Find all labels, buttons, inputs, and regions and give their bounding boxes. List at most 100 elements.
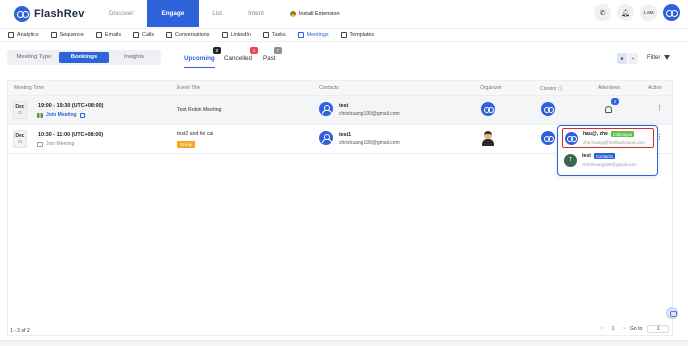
- tab-label: Upcoming: [184, 55, 215, 62]
- task-icon: [262, 32, 269, 38]
- engage-subnav: Analytics Sequence Emails Calls Conversa…: [0, 28, 688, 42]
- more-actions-icon[interactable]: ⋮: [656, 104, 663, 112]
- credits-badge[interactable]: 1.6M: [640, 4, 657, 21]
- subnav-templates[interactable]: Templates: [340, 28, 375, 42]
- subnav-conversations[interactable]: Conversations: [166, 28, 210, 42]
- goto-page-input[interactable]: 1: [647, 325, 670, 333]
- person-view-icon[interactable]: ●: [617, 53, 627, 64]
- filter-button[interactable]: Filter: [647, 55, 671, 61]
- organizer-photo-avatar[interactable]: [481, 131, 495, 146]
- organizer-avatar[interactable]: [481, 102, 495, 116]
- subnav-label: Emails: [104, 32, 122, 38]
- conversation-icon: [166, 32, 173, 38]
- email-icon: [95, 32, 102, 38]
- join-label: Join Meeting: [46, 112, 77, 118]
- subnav-label: Calls: [142, 32, 155, 38]
- chrome-icon: [289, 10, 296, 17]
- join-meeting-link[interactable]: Join Meeting: [37, 141, 74, 147]
- segment-bookings[interactable]: Bookings: [59, 52, 109, 63]
- subnav-label: Sequence: [59, 32, 84, 38]
- info-icon[interactable]: ⓘ: [558, 86, 563, 92]
- subnav-label: LinkedIn: [230, 32, 251, 38]
- tab-label: Cancelled: [224, 55, 253, 62]
- header-attendees: Attendees: [598, 85, 621, 91]
- attendee-count-badge: 2: [611, 98, 619, 105]
- subnav-analytics[interactable]: Analytics: [8, 28, 39, 42]
- header-meeting-time: Meeting Time: [14, 85, 45, 91]
- top-nav: Discover Engage List Intent Install Exte…: [96, 0, 353, 27]
- install-extension-button[interactable]: Install Extension: [277, 0, 353, 27]
- attendee-name: test Contacts: [582, 153, 615, 159]
- current-page[interactable]: 1: [608, 326, 618, 332]
- bell-icon[interactable]: 🔔︎: [617, 4, 634, 21]
- meeting-time: 10:30 - 11:00 (UTC+08:00): [38, 132, 104, 138]
- join-meeting-link[interactable]: Join Meeting: [37, 112, 85, 118]
- user-avatar[interactable]: [663, 4, 680, 21]
- meeting-time: 19:00 - 19:30 (UTC+08:00): [38, 103, 104, 109]
- flashrev-logo[interactable]: FlashRev: [14, 6, 85, 22]
- tab-label: Past: [263, 55, 276, 62]
- logo-icon: [14, 6, 30, 22]
- subnav-sequence[interactable]: Sequence: [50, 28, 84, 42]
- analytics-icon: [8, 32, 14, 38]
- top-right-actions: ✆ 🔔︎ 1.6M: [594, 4, 680, 21]
- header-action: Action: [648, 85, 662, 91]
- bookings-table: Meeting Time Event Title Contacts Organi…: [7, 80, 673, 336]
- chat-assistant-icon[interactable]: [666, 307, 678, 319]
- past-count-badge: 7: [273, 47, 282, 54]
- date-box: Dec 06: [13, 130, 27, 148]
- meeting-icon: [297, 32, 304, 38]
- view-toggle: ● ▪: [617, 53, 639, 64]
- cancelled-count-badge: 1: [250, 47, 259, 54]
- logo-text: FlashRev: [34, 8, 85, 20]
- subnav-calls[interactable]: Calls: [133, 28, 154, 42]
- table-row[interactable]: Dec 05 19:00 - 19:30 (UTC+08:00) Join Me…: [8, 96, 672, 125]
- topnav-list[interactable]: List: [199, 0, 235, 27]
- next-page-icon[interactable]: ›: [623, 326, 625, 332]
- topnav-intent[interactable]: Intent: [235, 0, 277, 27]
- attendees-icon[interactable]: [605, 106, 612, 113]
- meetings-segment-control: Meeting Type Bookings Insights: [7, 50, 161, 65]
- tab-past[interactable]: Past 7: [263, 47, 282, 62]
- template-icon: [340, 32, 347, 38]
- tab-upcoming[interactable]: Upcoming 2: [184, 47, 221, 68]
- attendee-item[interactable]: T test Contacts chrishuang199@gmail.com: [562, 151, 654, 171]
- team-view-icon[interactable]: ▪: [628, 53, 638, 64]
- attendee-item[interactable]: hau@, zhe Colleague zhe.huang@meflashclo…: [562, 128, 654, 148]
- segment-meeting-type[interactable]: Meeting Type: [9, 52, 59, 63]
- segment-insights[interactable]: Insights: [109, 52, 159, 63]
- subnav-label: Templates: [349, 32, 375, 38]
- date-day: 06: [17, 139, 23, 144]
- subnav-label: Meetings: [306, 32, 329, 38]
- subnav-label: Tasks: [271, 32, 286, 38]
- contact-email: chrishuang199@gmail.com: [339, 140, 400, 146]
- date-box: Dec 05: [13, 101, 27, 119]
- avatar-body: [482, 139, 494, 146]
- pagination-summary: 1 - 2 of 2: [10, 328, 30, 334]
- tab-cancelled[interactable]: Cancelled 1: [224, 47, 259, 62]
- subnav-meetings[interactable]: Meetings: [297, 28, 329, 42]
- contact-name[interactable]: test: [339, 103, 348, 109]
- bottom-strip: [0, 340, 688, 346]
- filter-label: Filter: [647, 55, 661, 61]
- attendees-popover: hau@, zhe Colleague zhe.huang@meflashclo…: [557, 125, 658, 176]
- linkedin-icon: [221, 32, 228, 38]
- header-creator: Creator ⓘ: [540, 85, 563, 92]
- creator-avatar[interactable]: [541, 102, 555, 116]
- prev-page-icon[interactable]: ‹: [601, 326, 603, 332]
- subnav-emails[interactable]: Emails: [95, 28, 122, 42]
- creator-avatar[interactable]: [541, 131, 555, 145]
- external-link-icon[interactable]: [79, 112, 85, 118]
- subnav-tasks[interactable]: Tasks: [262, 28, 286, 42]
- subnav-linkedin[interactable]: LinkedIn: [221, 28, 251, 42]
- group-tag: Group: [177, 141, 196, 148]
- attendee-avatar: [565, 132, 578, 145]
- attendee-name: hau@, zhe Colleague: [583, 131, 635, 137]
- table-header: Meeting Time Event Title Contacts Organi…: [8, 81, 672, 96]
- upcoming-count-badge: 2: [212, 47, 221, 54]
- phone-icon[interactable]: ✆: [594, 4, 611, 21]
- contact-name[interactable]: test1: [339, 132, 351, 138]
- topnav-discover[interactable]: Discover: [96, 0, 147, 27]
- topnav-engage[interactable]: Engage: [146, 0, 200, 27]
- header-contacts: Contacts: [319, 85, 339, 91]
